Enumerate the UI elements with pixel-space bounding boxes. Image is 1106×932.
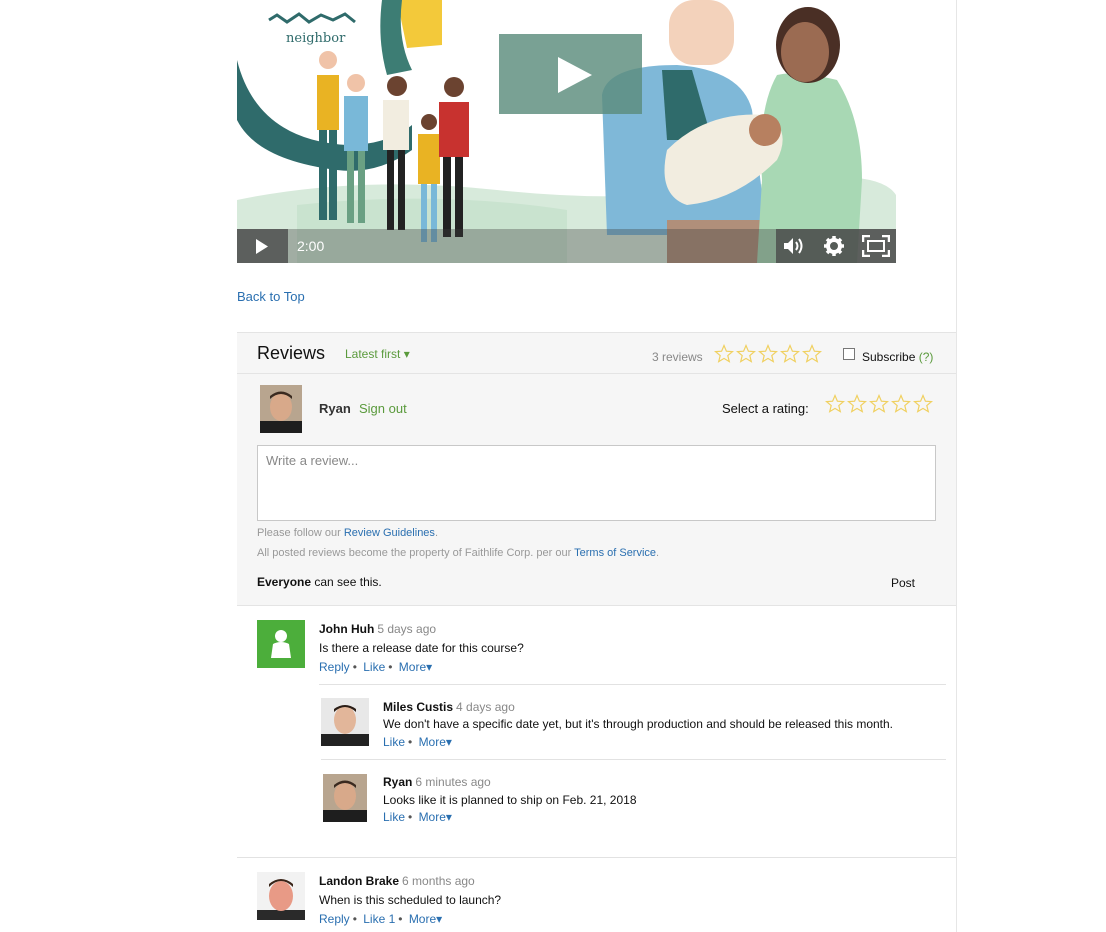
reviews-title: Reviews <box>257 343 326 363</box>
comment-time: 6 minutes ago <box>415 775 491 789</box>
reply-avatar <box>323 774 367 822</box>
terms-of-service-link[interactable]: Terms of Service <box>574 547 656 559</box>
video-duration: 2:00 <box>297 238 325 254</box>
star-icon <box>758 344 778 363</box>
like-link[interactable]: Like <box>363 660 385 674</box>
volume-button[interactable] <box>776 229 812 263</box>
comment-text: Looks like it is planned to ship on Feb.… <box>383 793 637 807</box>
content-right-border <box>956 0 957 932</box>
comment-author: Landon Brake 6 months ago <box>319 874 475 888</box>
play-icon <box>256 239 268 254</box>
review-guidelines-link[interactable]: Review Guidelines <box>344 527 435 539</box>
reviews-header: Reviews Latest first ▾ 3 reviews Subscri… <box>237 332 956 374</box>
comment-text: Is there a release date for this course? <box>319 641 524 655</box>
like-link[interactable]: Like <box>383 810 405 824</box>
star-icon <box>802 344 822 363</box>
comment-avatar <box>257 872 305 920</box>
reply-divider <box>319 684 946 685</box>
property-note: All posted reviews become the property o… <box>257 547 660 559</box>
more-link[interactable]: More▾ <box>409 912 442 926</box>
more-link[interactable]: More▾ <box>399 660 432 674</box>
subscribe-checkbox[interactable] <box>843 348 855 360</box>
comment-author: Miles Custis 4 days ago <box>383 700 515 714</box>
comment-text: When is this scheduled to launch? <box>319 893 502 907</box>
star-icon[interactable] <box>869 394 889 414</box>
star-icon[interactable] <box>891 394 911 414</box>
reply-avatar <box>321 698 369 746</box>
star-icon[interactable] <box>825 394 845 414</box>
comment-divider <box>237 857 956 858</box>
star-icon <box>714 344 734 363</box>
star-icon <box>780 344 800 363</box>
like-link[interactable]: Like <box>383 735 405 749</box>
post-button[interactable]: Post <box>891 576 915 590</box>
gear-icon <box>824 236 844 256</box>
comment-author: John Huh 5 days ago <box>319 622 437 636</box>
review-count: 3 reviews <box>652 350 703 364</box>
star-icon[interactable] <box>913 394 933 414</box>
visibility-note: Everyone can see this. <box>257 575 382 589</box>
comment-time: 4 days ago <box>456 700 515 714</box>
comment-actions: Reply • Like 1 • More▾ <box>319 912 443 926</box>
subscribe-label[interactable]: Subscribe (?) <box>862 350 933 364</box>
comment-author: Ryan 6 minutes ago <box>383 775 491 789</box>
sort-dropdown[interactable]: Latest first ▾ <box>345 347 410 361</box>
rating-input-stars[interactable] <box>825 394 933 414</box>
comment-text: We don't have a specific date yet, but i… <box>383 717 894 731</box>
average-rating-stars <box>714 344 822 364</box>
big-play-button[interactable] <box>499 34 642 114</box>
settings-button[interactable] <box>817 229 853 263</box>
review-textarea[interactable] <box>257 445 936 521</box>
comment-time: 5 days ago <box>377 622 437 636</box>
more-link[interactable]: More▾ <box>419 735 452 749</box>
fullscreen-icon <box>862 235 890 257</box>
video-controls: 2:00 <box>237 229 896 263</box>
star-icon <box>736 344 756 363</box>
video-player[interactable]: neighbor 2:00 <box>237 0 896 263</box>
reply-divider <box>321 759 946 760</box>
comment-time: 6 months ago <box>402 874 475 888</box>
play-icon <box>558 57 592 93</box>
default-avatar <box>257 620 305 668</box>
control-right-group <box>776 229 896 263</box>
comment-actions: Reply • Like • More▾ <box>319 660 433 674</box>
video-logo-text: neighbor <box>286 31 346 46</box>
more-link[interactable]: More▾ <box>419 810 452 824</box>
back-to-top-link[interactable]: Back to Top <box>237 289 305 304</box>
user-avatar <box>260 385 302 433</box>
reply-link[interactable]: Reply <box>319 660 350 674</box>
review-compose: Ryan Sign out Select a rating: Please fo… <box>237 374 956 606</box>
reply-link[interactable]: Reply <box>319 912 350 926</box>
rating-label: Select a rating: <box>722 401 809 416</box>
volume-icon <box>784 238 803 254</box>
comment-actions: Like • More▾ <box>383 810 452 824</box>
fullscreen-button[interactable] <box>856 229 892 263</box>
comment-actions: Like • More▾ <box>383 735 452 749</box>
subscribe-help-link[interactable]: (?) <box>919 350 934 364</box>
star-icon[interactable] <box>847 394 867 414</box>
like-link[interactable]: Like 1 <box>363 912 395 926</box>
sign-out-link[interactable]: Sign out <box>359 401 407 416</box>
current-user-name: Ryan <box>319 401 351 416</box>
guidelines-note: Please follow our Review Guidelines. <box>257 527 438 539</box>
control-play-button[interactable] <box>237 229 288 263</box>
